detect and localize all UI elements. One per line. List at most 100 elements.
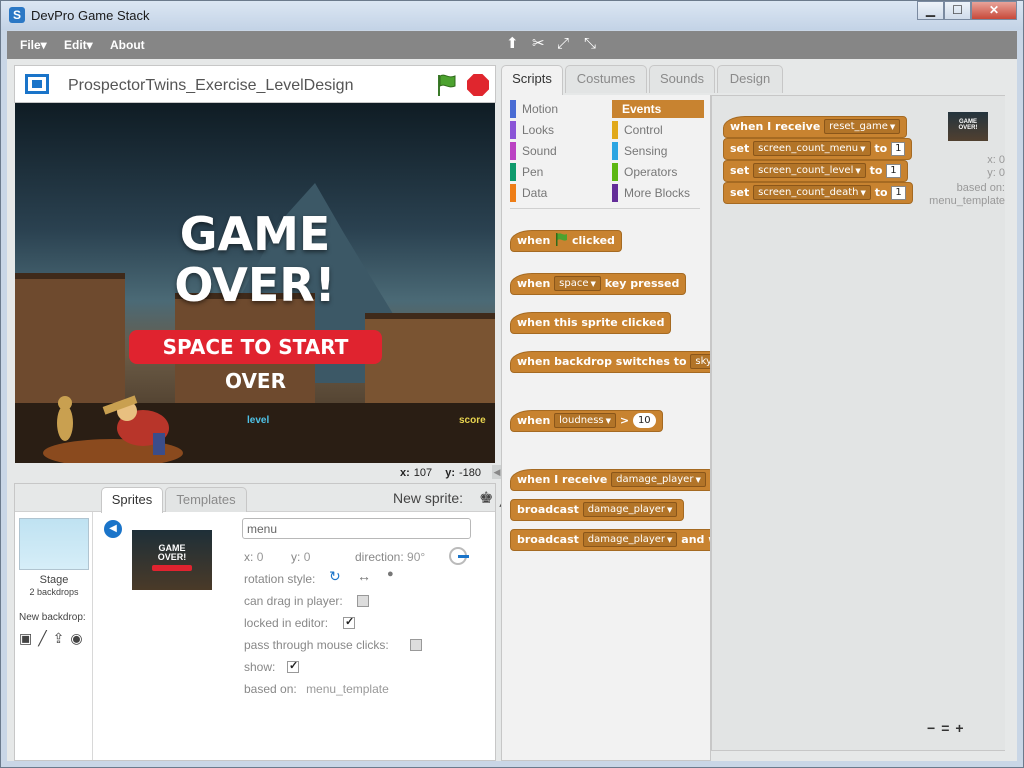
block-broadcast[interactable]: broadcast damage_player ▼ bbox=[510, 499, 685, 521]
back-arrow-icon[interactable]: ◀ bbox=[104, 520, 122, 538]
menu-about[interactable]: About bbox=[110, 38, 145, 52]
presentation-mode-icon[interactable] bbox=[25, 74, 49, 94]
script-set-block[interactable]: set screen_count_death ▼ to 1 bbox=[723, 182, 913, 204]
locked-checkbox[interactable] bbox=[343, 615, 355, 629]
key-dropdown[interactable]: space ▼ bbox=[554, 276, 601, 291]
key-pressed-text: key pressed bbox=[604, 277, 680, 290]
tab-costumes[interactable]: Costumes bbox=[565, 65, 647, 93]
zoom-out-icon[interactable]: − bbox=[927, 720, 935, 736]
show-checkbox[interactable] bbox=[287, 659, 299, 673]
stage-canvas[interactable]: GAME OVER! SPACE TO START OVER level sco… bbox=[15, 103, 495, 463]
control-swatch bbox=[612, 121, 618, 139]
sprite-preview-thumbnail: GAME OVER! bbox=[948, 112, 988, 141]
category-sensing[interactable]: Sensing bbox=[612, 142, 704, 160]
new-backdrop-label: New backdrop: bbox=[19, 612, 86, 623]
loudness-number-input[interactable]: 10 bbox=[632, 413, 656, 428]
chevron-down-icon: ▼ bbox=[855, 167, 861, 175]
script-area-y: y: 0 bbox=[987, 167, 1005, 179]
set-text: set bbox=[730, 164, 750, 177]
broadcast-wait-suffix: and w bbox=[681, 533, 710, 546]
category-operators[interactable]: Operators bbox=[612, 163, 704, 181]
script-set-block[interactable]: set screen_count_menu ▼ to 1 bbox=[723, 138, 913, 160]
menu-edit[interactable]: Edit▾ bbox=[64, 38, 93, 52]
category-events[interactable]: Events bbox=[612, 100, 704, 118]
title-bar[interactable]: S DevPro Game Stack ▁ ☐ ✕ bbox=[1, 1, 1023, 30]
tab-design[interactable]: Design bbox=[717, 65, 783, 93]
project-title[interactable]: ProspectorTwins_Exercise_LevelDesign bbox=[68, 77, 353, 95]
tab-sounds[interactable]: Sounds bbox=[649, 65, 715, 93]
grow-icon[interactable]: ⤢ bbox=[557, 36, 569, 52]
stop-icon[interactable] bbox=[467, 74, 489, 96]
hud-level-label: level bbox=[247, 415, 270, 426]
tab-scripts[interactable]: Scripts bbox=[501, 65, 563, 95]
broadcast-wait-dropdown-value: damage_player bbox=[587, 534, 666, 545]
sprite-name-input[interactable] bbox=[242, 518, 471, 539]
can-drag-checkbox[interactable] bbox=[357, 595, 369, 607]
duplicate-icon[interactable]: ⬆ bbox=[506, 36, 519, 52]
block-when-key-pressed[interactable]: when space ▼ key pressed bbox=[510, 273, 687, 295]
backdrop-dropdown[interactable]: sky_b bbox=[690, 354, 710, 369]
variable-dropdown[interactable]: screen_count_level ▼ bbox=[753, 163, 866, 178]
category-more-blocks[interactable]: More Blocks bbox=[612, 184, 704, 202]
pass-through-checkbox[interactable] bbox=[410, 639, 422, 651]
broadcast-dropdown[interactable]: damage_player ▼ bbox=[582, 502, 678, 517]
tab-templates[interactable]: Templates bbox=[165, 487, 247, 512]
dont-rotate-icon[interactable]: ● bbox=[387, 568, 394, 580]
backdrop-library-icon[interactable]: ▣ bbox=[19, 630, 32, 647]
chevron-down-icon: ▼ bbox=[695, 476, 701, 484]
direction-dial[interactable] bbox=[449, 547, 469, 565]
script-hat-dropdown[interactable]: reset_game ▼ bbox=[824, 119, 901, 134]
receive-dropdown-value: damage_player bbox=[616, 474, 694, 485]
left-right-icon[interactable]: ↔ bbox=[357, 568, 371, 584]
stage-thumbnail[interactable] bbox=[19, 518, 89, 570]
category-looks[interactable]: Looks bbox=[510, 121, 602, 139]
block-when-i-receive[interactable]: when I receive damage_player ▼ bbox=[510, 469, 710, 491]
block-when-loudness[interactable]: when loudness ▼ > 10 bbox=[510, 410, 663, 432]
category-data[interactable]: Data bbox=[510, 184, 602, 202]
minimize-button[interactable]: ▁ bbox=[917, 1, 944, 20]
set-value-input[interactable]: 1 bbox=[886, 164, 901, 178]
block-when-backdrop-switches[interactable]: when backdrop switches to sky_b bbox=[510, 351, 710, 373]
block-broadcast-and-wait[interactable]: broadcast damage_player▼ and w bbox=[510, 529, 710, 551]
block-when-flag-clicked[interactable]: when clicked bbox=[510, 230, 622, 252]
menu-file[interactable]: File▾ bbox=[20, 38, 47, 52]
close-button[interactable]: ✕ bbox=[971, 1, 1017, 20]
green-flag-icon[interactable] bbox=[435, 73, 457, 97]
sprite-library-icon[interactable]: ♚ bbox=[479, 488, 493, 508]
script-area-based-on-label: based on: bbox=[956, 182, 1005, 194]
maximize-button[interactable]: ☐ bbox=[944, 1, 971, 20]
category-control[interactable]: Control bbox=[612, 121, 704, 139]
loudness-dropdown-value: loudness bbox=[559, 415, 604, 426]
paint-backdrop-icon[interactable]: ╱ bbox=[38, 630, 46, 647]
receive-dropdown[interactable]: damage_player ▼ bbox=[611, 472, 706, 487]
set-value-input[interactable]: 1 bbox=[891, 142, 906, 156]
zoom-reset-icon[interactable]: = bbox=[941, 720, 949, 736]
variable-dropdown[interactable]: screen_count_menu ▼ bbox=[753, 141, 871, 156]
category-operators-label: Operators bbox=[624, 165, 678, 179]
category-motion[interactable]: Motion bbox=[510, 100, 602, 118]
editor-tabs: Scripts Costumes Sounds Design bbox=[501, 65, 1017, 95]
variable-dropdown[interactable]: screen_count_death ▼ bbox=[753, 185, 871, 200]
rotate-all-around-icon[interactable]: ↻ bbox=[329, 568, 341, 585]
category-control-label: Control bbox=[624, 123, 663, 137]
scripts-scrollbar[interactable] bbox=[1005, 95, 1013, 751]
category-pen[interactable]: Pen bbox=[510, 163, 602, 181]
broadcast-wait-dropdown[interactable]: damage_player ▼ bbox=[582, 532, 678, 547]
set-value-input[interactable]: 1 bbox=[891, 186, 906, 200]
direction-value: 90° bbox=[407, 550, 426, 564]
script-hat-when-i-receive[interactable]: when I receive reset_game ▼ bbox=[723, 116, 908, 138]
category-sound[interactable]: Sound bbox=[510, 142, 602, 160]
saloon-building bbox=[365, 313, 495, 413]
zoom-in-icon[interactable]: + bbox=[955, 720, 963, 736]
game-over-line1: GAME bbox=[179, 207, 331, 261]
camera-backdrop-icon[interactable]: ◉ bbox=[70, 630, 82, 647]
shrink-icon[interactable]: ⤡ bbox=[584, 36, 596, 52]
script-set-block[interactable]: set screen_count_level ▼ to 1 bbox=[723, 160, 908, 182]
operators-swatch bbox=[612, 163, 618, 181]
cut-icon[interactable]: ✂ bbox=[532, 36, 545, 52]
block-when-sprite-clicked[interactable]: when this sprite clicked bbox=[510, 312, 672, 334]
loudness-dropdown[interactable]: loudness ▼ bbox=[554, 413, 617, 428]
upload-backdrop-icon[interactable]: ⇪ bbox=[53, 630, 65, 647]
tab-sprites[interactable]: Sprites bbox=[101, 487, 163, 513]
more-blocks-swatch bbox=[612, 184, 618, 202]
